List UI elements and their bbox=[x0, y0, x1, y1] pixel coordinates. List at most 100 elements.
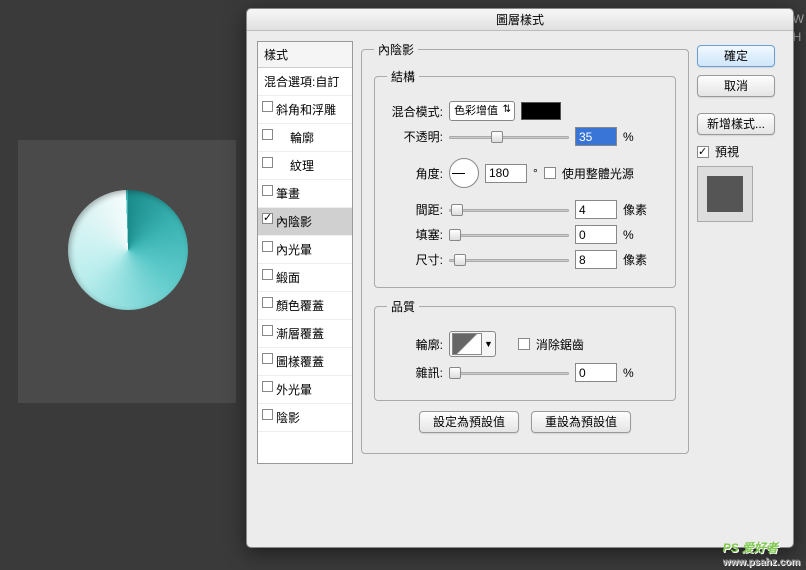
style-checkbox[interactable] bbox=[262, 297, 273, 308]
structure-group: 結構 混合模式: 色彩增值 不透明: % bbox=[374, 68, 676, 288]
noise-unit: % bbox=[623, 366, 634, 380]
size-label: 尺寸: bbox=[387, 251, 443, 268]
style-item-10[interactable]: 外光暈 bbox=[258, 376, 352, 404]
angle-unit: ° bbox=[533, 166, 538, 180]
blend-mode-select-wrap[interactable]: 色彩增值 bbox=[449, 101, 515, 121]
antialias-label: 消除鋸齒 bbox=[536, 336, 584, 353]
style-checkbox[interactable] bbox=[262, 213, 273, 224]
layer-style-dialog: 圖層樣式 樣式 混合選項:自訂 斜角和浮雕輪廓紋理筆畫內陰影內光暈緞面顏色覆蓋漸… bbox=[246, 8, 794, 548]
opacity-unit: % bbox=[623, 130, 634, 144]
contour-label: 輪廓: bbox=[387, 336, 443, 353]
antialias-checkbox[interactable] bbox=[518, 338, 530, 350]
shadow-color-swatch[interactable] bbox=[521, 102, 561, 120]
size-unit: 像素 bbox=[623, 251, 647, 268]
style-item-label: 內光暈 bbox=[276, 243, 312, 257]
style-checkbox[interactable] bbox=[262, 269, 273, 280]
global-light-label: 使用整體光源 bbox=[562, 165, 634, 182]
opacity-slider[interactable] bbox=[449, 130, 569, 144]
choke-slider[interactable] bbox=[449, 228, 569, 242]
styles-heading[interactable]: 樣式 bbox=[258, 42, 352, 68]
choke-input[interactable] bbox=[575, 225, 617, 244]
noise-label: 雜訊: bbox=[387, 364, 443, 381]
style-item-2[interactable]: 紋理 bbox=[258, 152, 352, 180]
watermark-url: www.psahz.com bbox=[723, 557, 800, 568]
style-item-3[interactable]: 筆畫 bbox=[258, 180, 352, 208]
style-checkbox[interactable] bbox=[262, 157, 273, 168]
distance-input[interactable] bbox=[575, 200, 617, 219]
watermark: PS 爱好者 www.psahz.com bbox=[723, 536, 800, 568]
action-column: 確定 取消 新增樣式... 預視 bbox=[697, 41, 783, 464]
chevron-down-icon: ▼ bbox=[484, 339, 493, 349]
size-slider[interactable] bbox=[449, 253, 569, 267]
opacity-label: 不透明: bbox=[387, 128, 443, 145]
angle-label: 角度: bbox=[387, 165, 443, 182]
global-light-checkbox[interactable] bbox=[544, 167, 556, 179]
noise-input[interactable] bbox=[575, 363, 617, 382]
opacity-input[interactable] bbox=[575, 127, 617, 146]
dialog-title: 圖層樣式 bbox=[247, 9, 793, 31]
distance-label: 間距: bbox=[387, 201, 443, 218]
style-checkbox[interactable] bbox=[262, 129, 273, 140]
style-checkbox[interactable] bbox=[262, 101, 273, 112]
preview-inner bbox=[707, 176, 743, 212]
noise-slider[interactable] bbox=[449, 366, 569, 380]
inner-shadow-legend: 內陰影 bbox=[374, 41, 418, 58]
blend-mode-label: 混合模式: bbox=[387, 103, 443, 120]
blend-mode-select[interactable]: 色彩增值 bbox=[449, 101, 515, 121]
h-label: H bbox=[793, 30, 804, 44]
preview-checkbox[interactable] bbox=[697, 146, 709, 158]
distance-slider[interactable] bbox=[449, 203, 569, 217]
style-item-5[interactable]: 內光暈 bbox=[258, 236, 352, 264]
style-item-11[interactable]: 陰影 bbox=[258, 404, 352, 432]
contour-picker[interactable]: ▼ bbox=[449, 331, 496, 357]
style-item-7[interactable]: 顏色覆蓋 bbox=[258, 292, 352, 320]
distance-unit: 像素 bbox=[623, 201, 647, 218]
preview-swatch bbox=[697, 166, 753, 222]
style-item-label: 陰影 bbox=[276, 411, 300, 425]
preview-label: 預視 bbox=[715, 143, 739, 160]
inner-shadow-group: 內陰影 結構 混合模式: 色彩增值 不透明: % bbox=[361, 41, 689, 454]
style-checkbox[interactable] bbox=[262, 409, 273, 420]
styles-list: 樣式 混合選項:自訂 斜角和浮雕輪廓紋理筆畫內陰影內光暈緞面顏色覆蓋漸層覆蓋圖樣… bbox=[257, 41, 353, 464]
style-item-label: 圖樣覆蓋 bbox=[276, 355, 324, 369]
style-item-label: 筆畫 bbox=[276, 187, 300, 201]
quality-legend: 品質 bbox=[387, 298, 419, 315]
style-item-label: 顏色覆蓋 bbox=[276, 299, 324, 313]
gradient-circle bbox=[68, 190, 188, 310]
style-checkbox[interactable] bbox=[262, 241, 273, 252]
style-item-label: 緞面 bbox=[276, 271, 300, 285]
watermark-brand: PS 爱好者 bbox=[723, 541, 778, 555]
style-item-4[interactable]: 內陰影 bbox=[258, 208, 352, 236]
contour-thumbnail bbox=[452, 333, 482, 355]
make-default-button[interactable]: 設定為預設值 bbox=[419, 411, 519, 433]
layer-preview bbox=[68, 190, 188, 310]
blending-options-item[interactable]: 混合選項:自訂 bbox=[258, 68, 352, 96]
cancel-button[interactable]: 取消 bbox=[697, 75, 775, 97]
style-checkbox[interactable] bbox=[262, 353, 273, 364]
canvas-artboard bbox=[18, 140, 236, 403]
style-item-6[interactable]: 緞面 bbox=[258, 264, 352, 292]
angle-dial[interactable] bbox=[449, 158, 479, 188]
choke-label: 填塞: bbox=[387, 226, 443, 243]
new-style-button[interactable]: 新增樣式... bbox=[697, 113, 775, 135]
style-item-label: 內陰影 bbox=[276, 215, 312, 229]
style-checkbox[interactable] bbox=[262, 381, 273, 392]
style-item-1[interactable]: 輪廓 bbox=[258, 124, 352, 152]
style-item-8[interactable]: 漸層覆蓋 bbox=[258, 320, 352, 348]
structure-legend: 結構 bbox=[387, 68, 419, 85]
choke-unit: % bbox=[623, 228, 634, 242]
quality-group: 品質 輪廓: ▼ 消除鋸齒 雜訊: bbox=[374, 298, 676, 401]
style-item-9[interactable]: 圖樣覆蓋 bbox=[258, 348, 352, 376]
style-item-label: 輪廓 bbox=[290, 131, 314, 145]
style-item-label: 外光暈 bbox=[276, 383, 312, 397]
reset-default-button[interactable]: 重設為預設值 bbox=[531, 411, 631, 433]
style-checkbox[interactable] bbox=[262, 185, 273, 196]
style-item-label: 漸層覆蓋 bbox=[276, 327, 324, 341]
ok-button[interactable]: 確定 bbox=[697, 45, 775, 67]
size-input[interactable] bbox=[575, 250, 617, 269]
angle-input[interactable] bbox=[485, 164, 527, 183]
style-checkbox[interactable] bbox=[262, 325, 273, 336]
settings-panel: 內陰影 結構 混合模式: 色彩增值 不透明: % bbox=[361, 41, 689, 464]
style-item-label: 斜角和浮雕 bbox=[276, 103, 336, 117]
style-item-0[interactable]: 斜角和浮雕 bbox=[258, 96, 352, 124]
